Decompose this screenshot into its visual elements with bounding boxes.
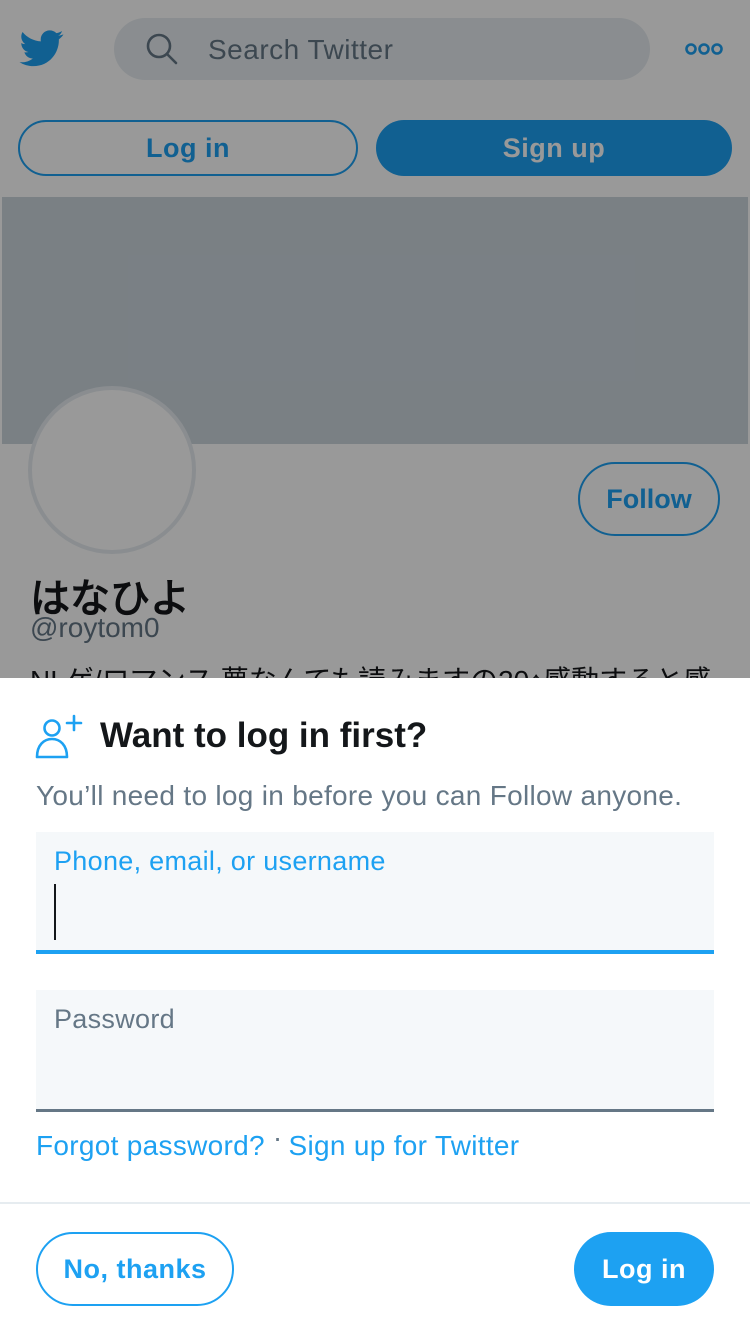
login-button[interactable]: Log in (574, 1232, 714, 1306)
link-separator: · (272, 1122, 283, 1153)
forgot-password-link[interactable]: Forgot password? (36, 1130, 265, 1161)
dim-overlay[interactable] (0, 0, 750, 678)
password-label: Password (54, 1004, 175, 1034)
sheet-title: Want to log in first? (100, 716, 428, 755)
signup-link[interactable]: Sign up for Twitter (289, 1130, 520, 1161)
password-input[interactable] (54, 1040, 694, 1098)
sheet-subtitle: You’ll need to log in before you can Fol… (36, 780, 683, 811)
password-field[interactable]: Password (36, 990, 714, 1112)
username-input[interactable] (54, 882, 694, 940)
username-label: Phone, email, or username (54, 846, 386, 876)
username-field[interactable]: Phone, email, or username (36, 832, 714, 954)
add-user-icon (35, 714, 83, 759)
sheet-divider (0, 1202, 750, 1204)
auth-links: Forgot password? · Sign up for Twitter (36, 1122, 520, 1162)
no-thanks-button[interactable]: No, thanks (36, 1232, 234, 1306)
login-sheet: Want to log in first? You’ll need to log… (0, 678, 750, 1334)
